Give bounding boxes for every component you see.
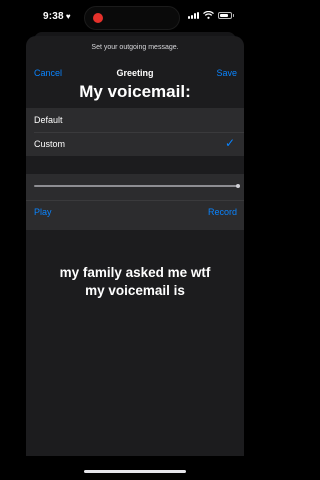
play-button[interactable]: Play xyxy=(34,207,52,217)
option-custom[interactable]: Custom ✓ xyxy=(26,132,244,156)
overlay-caption-line-1: my family asked me wtf xyxy=(59,265,211,280)
scrubber-thumb[interactable] xyxy=(236,183,240,188)
greeting-options: Default Custom ✓ xyxy=(26,108,244,156)
divider xyxy=(26,200,244,201)
nav-title: Greeting xyxy=(116,68,154,78)
status-bar: 9:38 ♥ xyxy=(0,0,270,34)
sheet-prompt: Set your outgoing message. xyxy=(91,44,179,51)
audio-controls: Play Record xyxy=(26,174,244,230)
home-indicator[interactable] xyxy=(84,470,186,473)
greeting-sheet: Set your outgoing message. Cancel Greeti… xyxy=(26,36,244,456)
battery-level xyxy=(220,13,228,17)
status-icons xyxy=(188,11,234,19)
battery-icon xyxy=(218,11,234,19)
recording-indicator-icon xyxy=(93,13,103,23)
overlay-caption-bottom: my family asked me wtf my voicemail is xyxy=(26,264,244,300)
nav-bar: Cancel Greeting Save xyxy=(26,66,244,82)
option-default-label: Default xyxy=(34,115,63,125)
status-time: 9:38 ♥ xyxy=(43,11,71,22)
record-button[interactable]: Record xyxy=(208,207,237,217)
wifi-icon xyxy=(203,11,214,19)
overlay-caption-line-2: my voicemail is xyxy=(85,283,185,298)
time-text: 9:38 xyxy=(43,11,64,22)
dynamic-island[interactable] xyxy=(84,6,180,30)
save-button[interactable]: Save xyxy=(216,68,237,78)
cellular-signal-icon xyxy=(188,11,199,19)
overlay-caption-top: My voicemail: xyxy=(79,82,191,101)
audio-scrubber[interactable] xyxy=(34,183,240,188)
checkmark-icon: ✓ xyxy=(224,136,235,150)
option-custom-label: Custom xyxy=(34,139,66,149)
heart-icon: ♥ xyxy=(65,12,71,21)
option-default[interactable]: Default xyxy=(26,108,244,132)
